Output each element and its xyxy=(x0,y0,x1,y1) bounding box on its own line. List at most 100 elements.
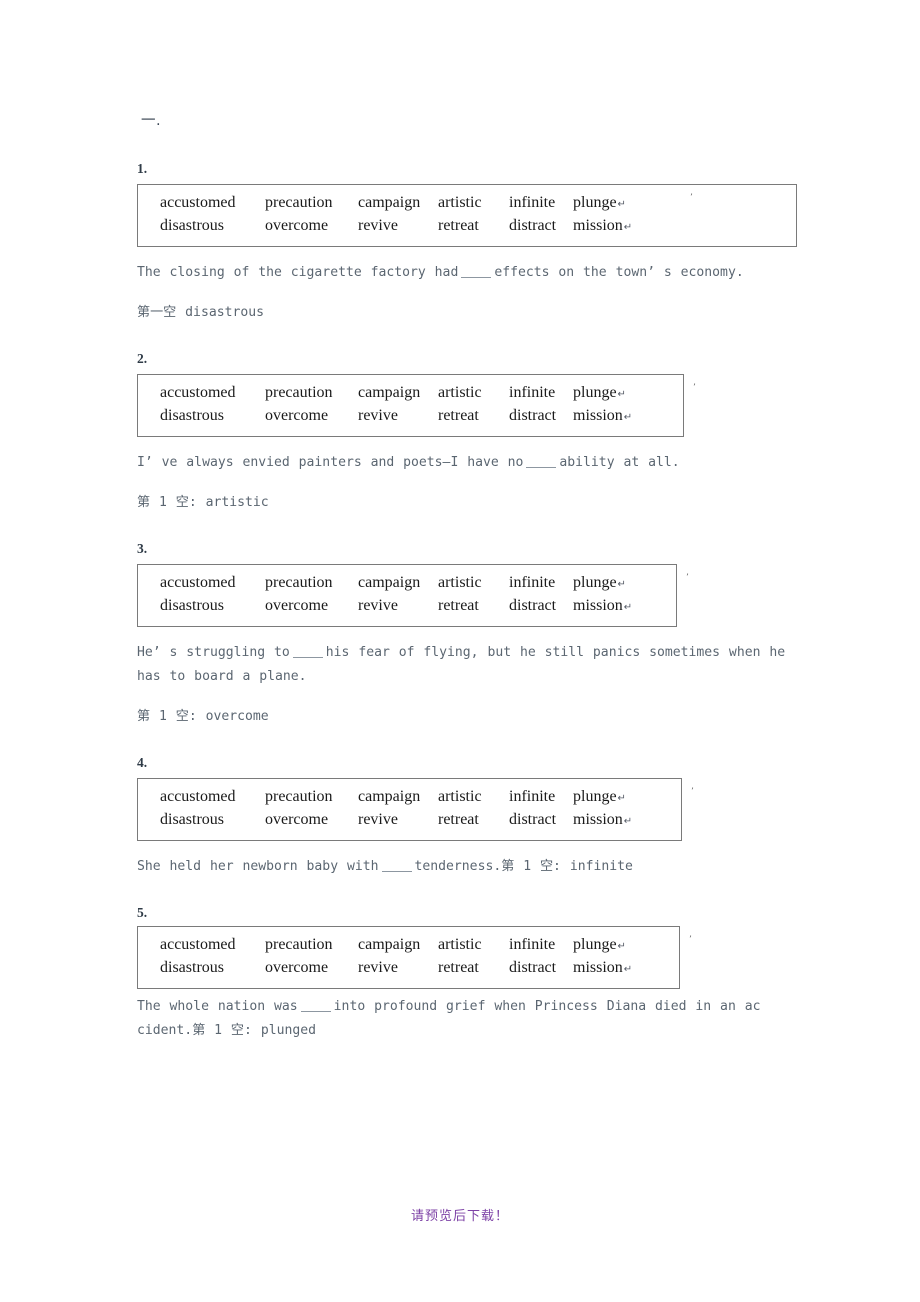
word-chip[interactable]: precaution xyxy=(265,572,358,593)
word-chip[interactable]: retreat xyxy=(438,809,509,830)
word-chip[interactable]: precaution xyxy=(265,382,358,403)
word-chip[interactable]: infinite xyxy=(509,572,573,593)
word-chip[interactable]: overcome xyxy=(265,215,358,236)
word-chip[interactable]: infinite xyxy=(509,934,573,955)
word-chip[interactable]: accustomed xyxy=(160,382,265,403)
word-chip[interactable]: campaign xyxy=(358,934,438,955)
word-chip[interactable]: accustomed xyxy=(160,192,265,213)
word-chip[interactable]: campaign xyxy=(358,572,438,593)
word-bank-3: accustomed precaution campaign artistic … xyxy=(137,564,677,627)
word-chip[interactable]: overcome xyxy=(265,405,358,426)
word-chip[interactable]: artistic xyxy=(438,382,509,403)
word-chip[interactable]: disastrous xyxy=(160,957,265,978)
exercise-item-1: 1. accustomed precaution campaign artist… xyxy=(137,130,797,325)
word-chip[interactable]: disastrous xyxy=(160,809,265,830)
sentence-prefix: I’ ve always envied painters and poets—I… xyxy=(137,455,524,470)
exercise-answer-3: 第 1 空: overcome xyxy=(137,689,797,729)
word-chip[interactable]: overcome xyxy=(265,809,358,830)
word-chip[interactable]: disastrous xyxy=(160,595,265,616)
word-chip[interactable]: infinite xyxy=(509,382,573,403)
word-bank-wrapper-1: accustomed precaution campaign artistic … xyxy=(137,184,797,247)
answer-blank[interactable] xyxy=(300,1011,331,1012)
word-chip[interactable]: retreat xyxy=(438,595,509,616)
word-chip[interactable]: infinite xyxy=(509,786,573,807)
word-chip[interactable]: plunge xyxy=(573,572,617,593)
word-bank-wrapper-2: accustomed precaution campaign artistic … xyxy=(137,374,797,437)
sentence-prefix: The whole nation was xyxy=(137,999,298,1014)
item-number-3: 3. xyxy=(137,541,148,556)
word-bank-row-1: accustomed precaution campaign artistic … xyxy=(138,786,681,809)
pilcrow-icon: ↵ xyxy=(617,389,626,400)
word-chip[interactable]: artistic xyxy=(438,572,509,593)
word-bank-wrapper-5: accustomed precaution campaign artistic … xyxy=(137,926,797,989)
word-chip[interactable]: revive xyxy=(358,595,438,616)
word-chip[interactable]: plunge xyxy=(573,382,617,403)
word-chip[interactable]: mission xyxy=(573,215,623,236)
answer-blank[interactable] xyxy=(461,277,492,278)
word-chip[interactable]: campaign xyxy=(358,192,438,213)
word-chip[interactable]: campaign xyxy=(358,786,438,807)
margin-mark-icon: ’ xyxy=(690,193,693,203)
word-chip[interactable]: artistic xyxy=(438,192,509,213)
word-chip[interactable]: revive xyxy=(358,957,438,978)
word-chip[interactable]: distract xyxy=(509,595,573,616)
pilcrow-icon: ↵ xyxy=(617,793,626,804)
document-body: 一. 1. accustomed precaution campaign art… xyxy=(137,0,797,1043)
word-chip[interactable]: accustomed xyxy=(160,934,265,955)
word-chip[interactable]: infinite xyxy=(509,192,573,213)
word-bank-row-2: disastrous overcome revive retreat distr… xyxy=(138,595,676,618)
word-chip[interactable]: mission xyxy=(573,809,623,830)
answer-blank[interactable] xyxy=(292,657,323,658)
exercise-sentence-4: She held her newborn baby with tenderness… xyxy=(137,841,797,879)
sentence-prefix: He’ s struggling to xyxy=(137,645,290,660)
word-bank-wrapper-3: accustomed precaution campaign artistic … xyxy=(137,564,797,627)
word-chip[interactable]: plunge xyxy=(573,786,617,807)
word-chip[interactable]: accustomed xyxy=(160,786,265,807)
word-chip[interactable]: disastrous xyxy=(160,405,265,426)
word-chip[interactable]: plunge xyxy=(573,934,617,955)
word-chip[interactable]: overcome xyxy=(265,595,358,616)
pilcrow-icon: ↵ xyxy=(617,199,626,210)
exercise-item-2: 2. accustomed precaution campaign artist… xyxy=(137,325,797,515)
word-chip[interactable]: precaution xyxy=(265,192,358,213)
word-bank-row-2: disastrous overcome revive retreat distr… xyxy=(138,957,679,980)
word-chip[interactable]: precaution xyxy=(265,786,358,807)
word-chip[interactable]: retreat xyxy=(438,405,509,426)
word-chip[interactable]: mission xyxy=(573,405,623,426)
answer-label: 第 1 空: xyxy=(501,859,561,874)
word-chip[interactable]: disastrous xyxy=(160,215,265,236)
answer-value: artistic xyxy=(205,495,269,510)
word-chip[interactable]: accustomed xyxy=(160,572,265,593)
word-chip[interactable]: artistic xyxy=(438,786,509,807)
answer-separator xyxy=(176,305,185,320)
word-chip[interactable]: distract xyxy=(509,809,573,830)
exercise-sentence-5: The whole nation was into profound grief … xyxy=(137,989,797,1043)
word-chip[interactable]: retreat xyxy=(438,957,509,978)
exercise-answer-1: 第一空 disastrous xyxy=(137,285,797,325)
document-page: 一. 1. accustomed precaution campaign art… xyxy=(0,0,920,1302)
word-chip[interactable]: revive xyxy=(358,405,438,426)
word-chip[interactable]: plunge xyxy=(573,192,617,213)
sentence-prefix: The closing of the cigarette factory had xyxy=(137,265,459,280)
word-chip[interactable]: overcome xyxy=(265,957,358,978)
word-chip[interactable]: revive xyxy=(358,215,438,236)
answer-blank[interactable] xyxy=(381,871,412,872)
word-chip[interactable]: artistic xyxy=(438,934,509,955)
answer-value: disastrous xyxy=(185,305,265,320)
pilcrow-icon: ↵ xyxy=(623,222,633,233)
exercise-item-4: 4. accustomed precaution campaign artist… xyxy=(137,729,797,879)
word-chip[interactable]: campaign xyxy=(358,382,438,403)
word-chip[interactable]: distract xyxy=(509,405,573,426)
word-chip[interactable]: distract xyxy=(509,215,573,236)
word-chip[interactable]: mission xyxy=(573,957,623,978)
word-chip[interactable]: precaution xyxy=(265,934,358,955)
answer-separator xyxy=(197,495,206,510)
sentence-prefix: She held her newborn baby with xyxy=(137,859,379,874)
word-chip[interactable]: mission xyxy=(573,595,623,616)
word-bank-row-1: accustomed precaution campaign artistic … xyxy=(138,934,679,957)
answer-blank[interactable] xyxy=(526,467,557,468)
margin-mark-icon: ’ xyxy=(686,573,689,583)
word-chip[interactable]: revive xyxy=(358,809,438,830)
word-chip[interactable]: retreat xyxy=(438,215,509,236)
word-chip[interactable]: distract xyxy=(509,957,573,978)
